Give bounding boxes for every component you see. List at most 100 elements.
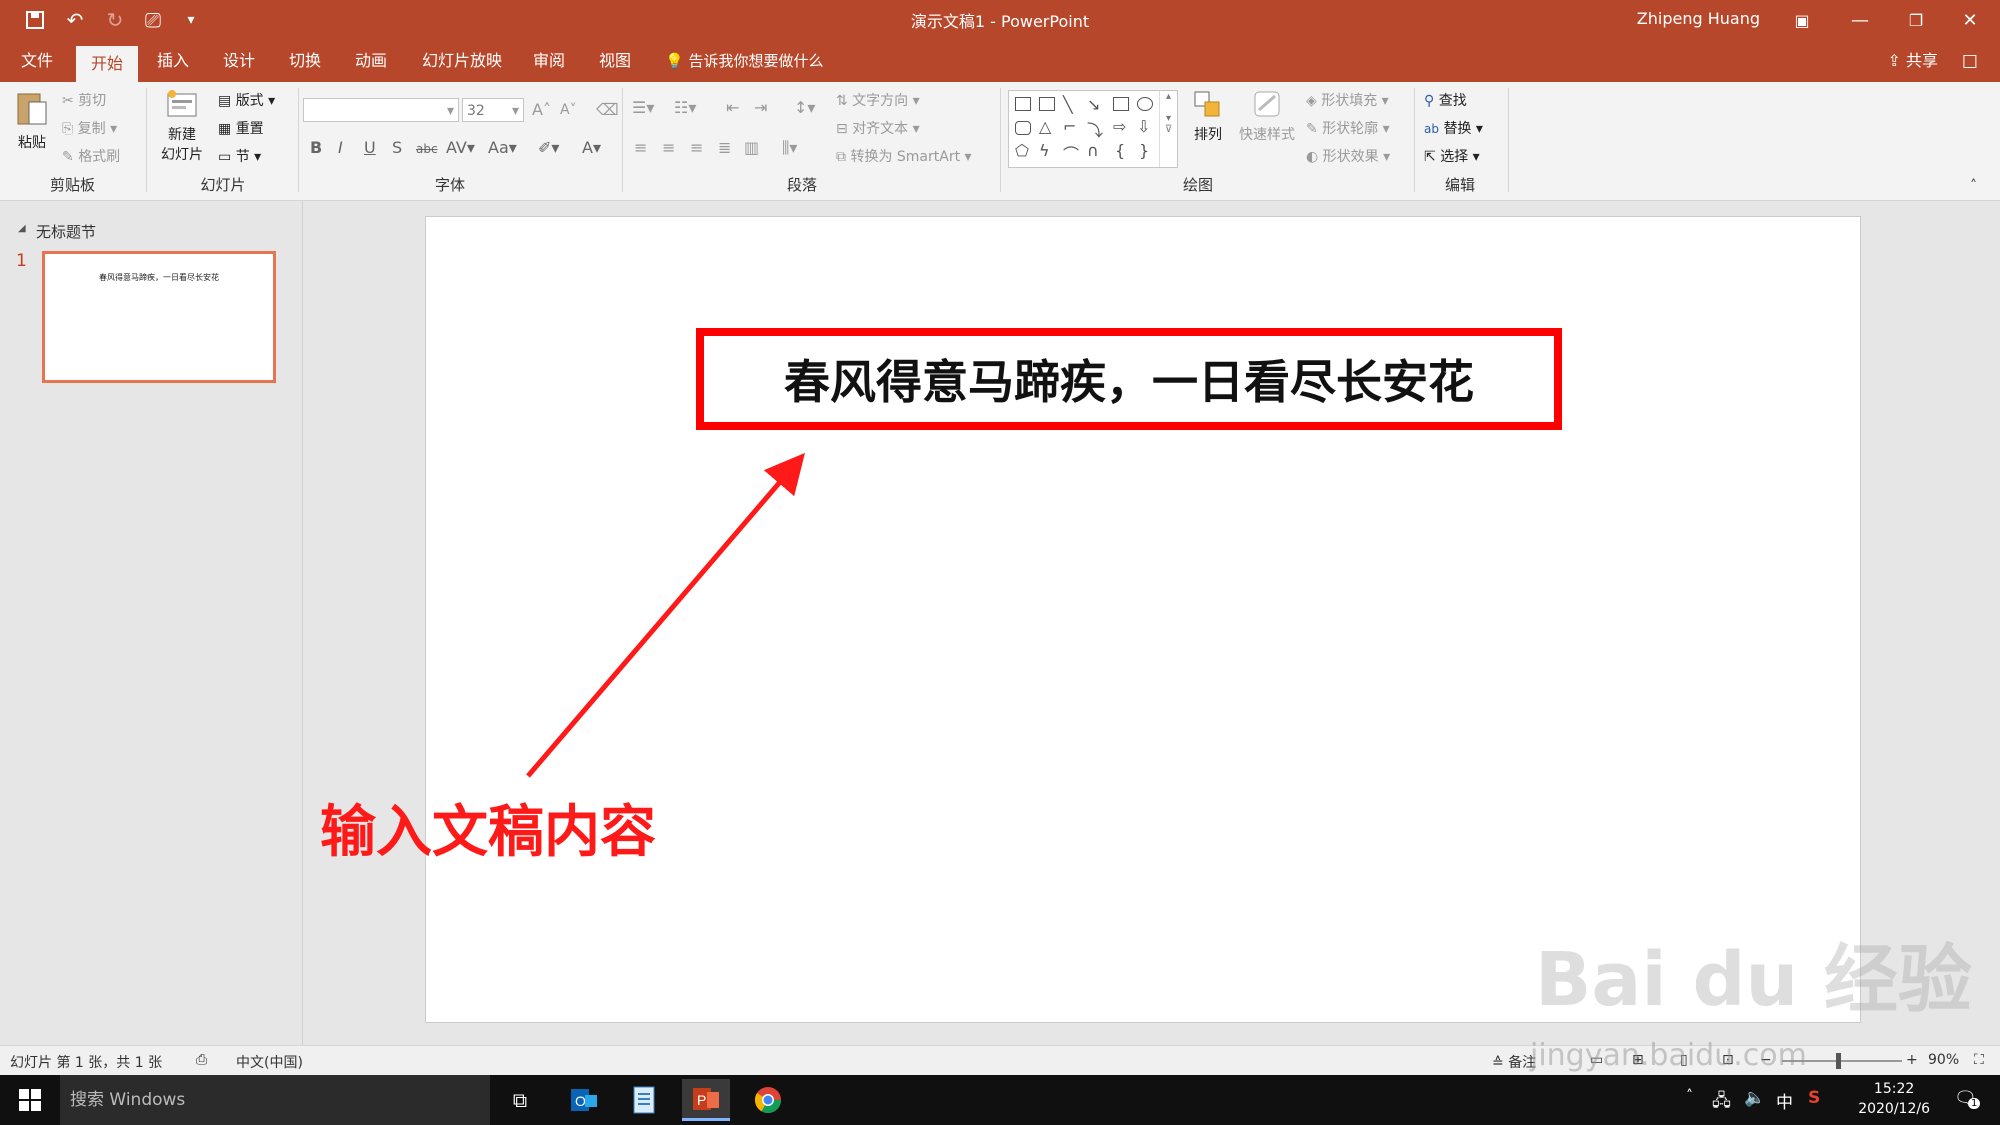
tab-insert[interactable]: 插入 <box>148 40 198 82</box>
italic-icon[interactable]: I <box>338 138 343 157</box>
textbox-shape-icon[interactable] <box>1015 97 1031 111</box>
shrink-font-icon[interactable]: A˅ <box>560 102 577 118</box>
shape-outline-button[interactable]: ✎ 形状轮廓 ▾ <box>1306 118 1390 138</box>
convert-smartart-button[interactable]: ⧉ 转换为 SmartArt ▾ <box>836 146 972 166</box>
new-slide-button[interactable]: 新建 幻灯片 <box>154 88 210 164</box>
increase-indent-icon[interactable]: ⇥ <box>754 98 767 117</box>
taskbar-clock[interactable]: 15:22 2020/12/6 <box>1858 1079 1930 1119</box>
font-size-combo[interactable]: 32 ▾ <box>462 98 524 122</box>
chrome-app-icon[interactable] <box>744 1079 792 1121</box>
outlook-app-icon[interactable]: O <box>560 1079 608 1121</box>
change-case-icon[interactable]: Aa▾ <box>488 138 517 157</box>
bold-icon[interactable]: B <box>310 138 322 157</box>
highlight-icon[interactable]: ✐▾ <box>538 138 559 157</box>
lightning-shape-icon[interactable]: ϟ <box>1039 141 1050 160</box>
tab-home[interactable]: 开始 <box>76 46 138 82</box>
taskbar-search[interactable]: 搜索 Windows <box>60 1075 490 1125</box>
zoom-slider-thumb[interactable] <box>1836 1053 1841 1069</box>
character-spacing-icon[interactable]: AV▾ <box>446 138 475 157</box>
language-indicator[interactable]: 中文(中国) <box>236 1052 303 1072</box>
minimize-button[interactable]: — <box>1838 4 1882 36</box>
slide-thumbnail[interactable]: 春风得意马蹄疾，一日看尽长安花 <box>42 251 276 383</box>
arc-shape-icon[interactable]: ⌒ <box>1063 141 1079 165</box>
fit-to-window-icon[interactable]: ⛶ <box>1974 1052 1984 1068</box>
tab-file[interactable]: 文件 <box>12 40 62 82</box>
find-button[interactable]: ⚲ 查找 <box>1424 90 1467 110</box>
left-brace-shape-icon[interactable]: { <box>1115 141 1125 160</box>
align-text-button[interactable]: ⊟ 对齐文本 ▾ <box>836 118 920 138</box>
clear-formatting-icon[interactable]: ⌫ <box>596 100 619 119</box>
tab-view[interactable]: 视图 <box>590 40 640 82</box>
tell-me-box[interactable]: 💡 告诉我你想要做什么 <box>665 40 823 82</box>
curve-shape-icon[interactable]: ∩ <box>1087 141 1099 160</box>
network-icon[interactable]: 🖧 <box>1712 1088 1731 1117</box>
title-textbox[interactable]: 春风得意马蹄疾，一日看尽长安花 <box>696 328 1562 430</box>
comments-icon[interactable]: ☐ <box>1948 46 1992 78</box>
quick-styles-button[interactable]: 快速样式 <box>1236 90 1298 144</box>
zoom-in-icon[interactable]: + <box>1906 1052 1918 1068</box>
select-button[interactable]: ⇱ 选择 ▾ <box>1424 146 1480 166</box>
line-spacing-icon[interactable]: ↕▾ <box>794 98 815 117</box>
volume-icon[interactable]: 🔈 <box>1744 1088 1765 1108</box>
tab-design[interactable]: 设计 <box>214 40 264 82</box>
restore-button[interactable]: ❐ <box>1894 4 1938 36</box>
vertical-textbox-shape-icon[interactable] <box>1039 97 1055 111</box>
arrange-button[interactable]: 排列 <box>1190 90 1226 144</box>
close-button[interactable]: ✕ <box>1948 4 1992 36</box>
font-color-icon[interactable]: A▾ <box>582 138 601 157</box>
align-left-icon[interactable]: ≡ <box>634 138 647 157</box>
copy-button[interactable]: ⎘ 复制 ▾ <box>62 118 117 138</box>
windows-start-icon[interactable] <box>6 1079 54 1121</box>
right-arrow-shape-icon[interactable]: ⇨ <box>1113 117 1126 136</box>
right-brace-shape-icon[interactable]: } <box>1139 141 1149 160</box>
user-name[interactable]: Zhipeng Huang <box>1637 9 1760 28</box>
replace-button[interactable]: ab 替换 ▾ <box>1424 118 1483 138</box>
tab-animations[interactable]: 动画 <box>346 40 396 82</box>
text-direction-button[interactable]: ⇅ 文字方向 ▾ <box>836 90 920 110</box>
distributed-icon[interactable]: ▥ <box>744 138 759 157</box>
line-shape-icon[interactable]: ╲ <box>1063 95 1073 114</box>
bullets-icon[interactable]: ☰▾ <box>632 98 654 117</box>
shadow-icon[interactable]: S <box>392 138 402 157</box>
section-header[interactable]: ◢ 无标题节 <box>18 221 96 242</box>
cut-button[interactable]: ✂ 剪切 <box>62 90 106 110</box>
ribbon-display-options-icon[interactable]: ▣ <box>1780 4 1824 36</box>
reset-button[interactable]: ▦ 重置 <box>218 118 264 138</box>
zoom-level[interactable]: 90% <box>1928 1052 1959 1068</box>
slide-canvas[interactable]: 春风得意马蹄疾，一日看尽长安花 <box>426 217 1860 1022</box>
format-painter-button[interactable]: ✎ 格式刷 <box>62 146 120 166</box>
strikethrough-icon[interactable]: abc <box>416 142 438 156</box>
align-center-icon[interactable]: ≡ <box>662 138 675 157</box>
oval-shape-icon[interactable] <box>1137 97 1153 111</box>
action-center-icon[interactable]: 🗨 1 <box>1954 1088 1981 1109</box>
grow-font-icon[interactable]: A˄ <box>532 100 551 119</box>
section-button[interactable]: ▭ 节 ▾ <box>218 146 261 166</box>
rounded-rect-shape-icon[interactable] <box>1015 121 1031 135</box>
collapse-ribbon-icon[interactable]: ˄ <box>1970 178 1977 194</box>
elbow-connector-shape-icon[interactable]: ⌐ <box>1063 117 1076 136</box>
arrow-line-shape-icon[interactable]: ↘ <box>1087 95 1100 114</box>
tab-review[interactable]: 审阅 <box>524 40 574 82</box>
powerpoint-app-icon[interactable]: P <box>682 1079 730 1121</box>
triangle-shape-icon[interactable]: △ <box>1039 117 1051 136</box>
ime-indicator[interactable]: 中 <box>1776 1088 1793 1113</box>
spellcheck-icon[interactable]: ⎙ <box>196 1052 207 1068</box>
justify-icon[interactable]: ≣ <box>718 138 731 157</box>
rectangle-shape-icon[interactable] <box>1113 97 1129 111</box>
shape-fill-button[interactable]: ◈ 形状填充 ▾ <box>1306 90 1389 110</box>
show-hidden-icons-icon[interactable]: ˄ <box>1686 1088 1693 1104</box>
elbow-arrow-shape-icon[interactable]: ⤵ <box>1087 117 1103 141</box>
underline-icon[interactable]: U <box>364 138 376 157</box>
task-view-icon[interactable]: ⧉ <box>496 1079 544 1121</box>
paste-button[interactable]: 粘贴 <box>14 88 50 152</box>
gallery-scroll[interactable]: ▴ ▾ ⊽ <box>1159 91 1177 167</box>
shape-effects-button[interactable]: ◐ 形状效果 ▾ <box>1306 146 1390 166</box>
font-name-combo[interactable]: ▾ <box>303 98 459 122</box>
share-button[interactable]: ⇪ 共享 <box>1887 40 1938 82</box>
sogou-input-icon[interactable]: S <box>1808 1088 1820 1108</box>
tab-slideshow[interactable]: 幻灯片放映 <box>416 40 508 82</box>
freeform-shape-icon[interactable]: ⬠ <box>1015 141 1029 160</box>
shapes-gallery[interactable]: ╲ ↘ △ ⌐ ⤵ ⇨ ⇩ ⬠ ϟ ⌒ ∩ { } ▴ ▾ ⊽ <box>1008 90 1178 168</box>
numbering-icon[interactable]: ☷▾ <box>674 98 696 117</box>
notepad-app-icon[interactable] <box>620 1079 668 1121</box>
